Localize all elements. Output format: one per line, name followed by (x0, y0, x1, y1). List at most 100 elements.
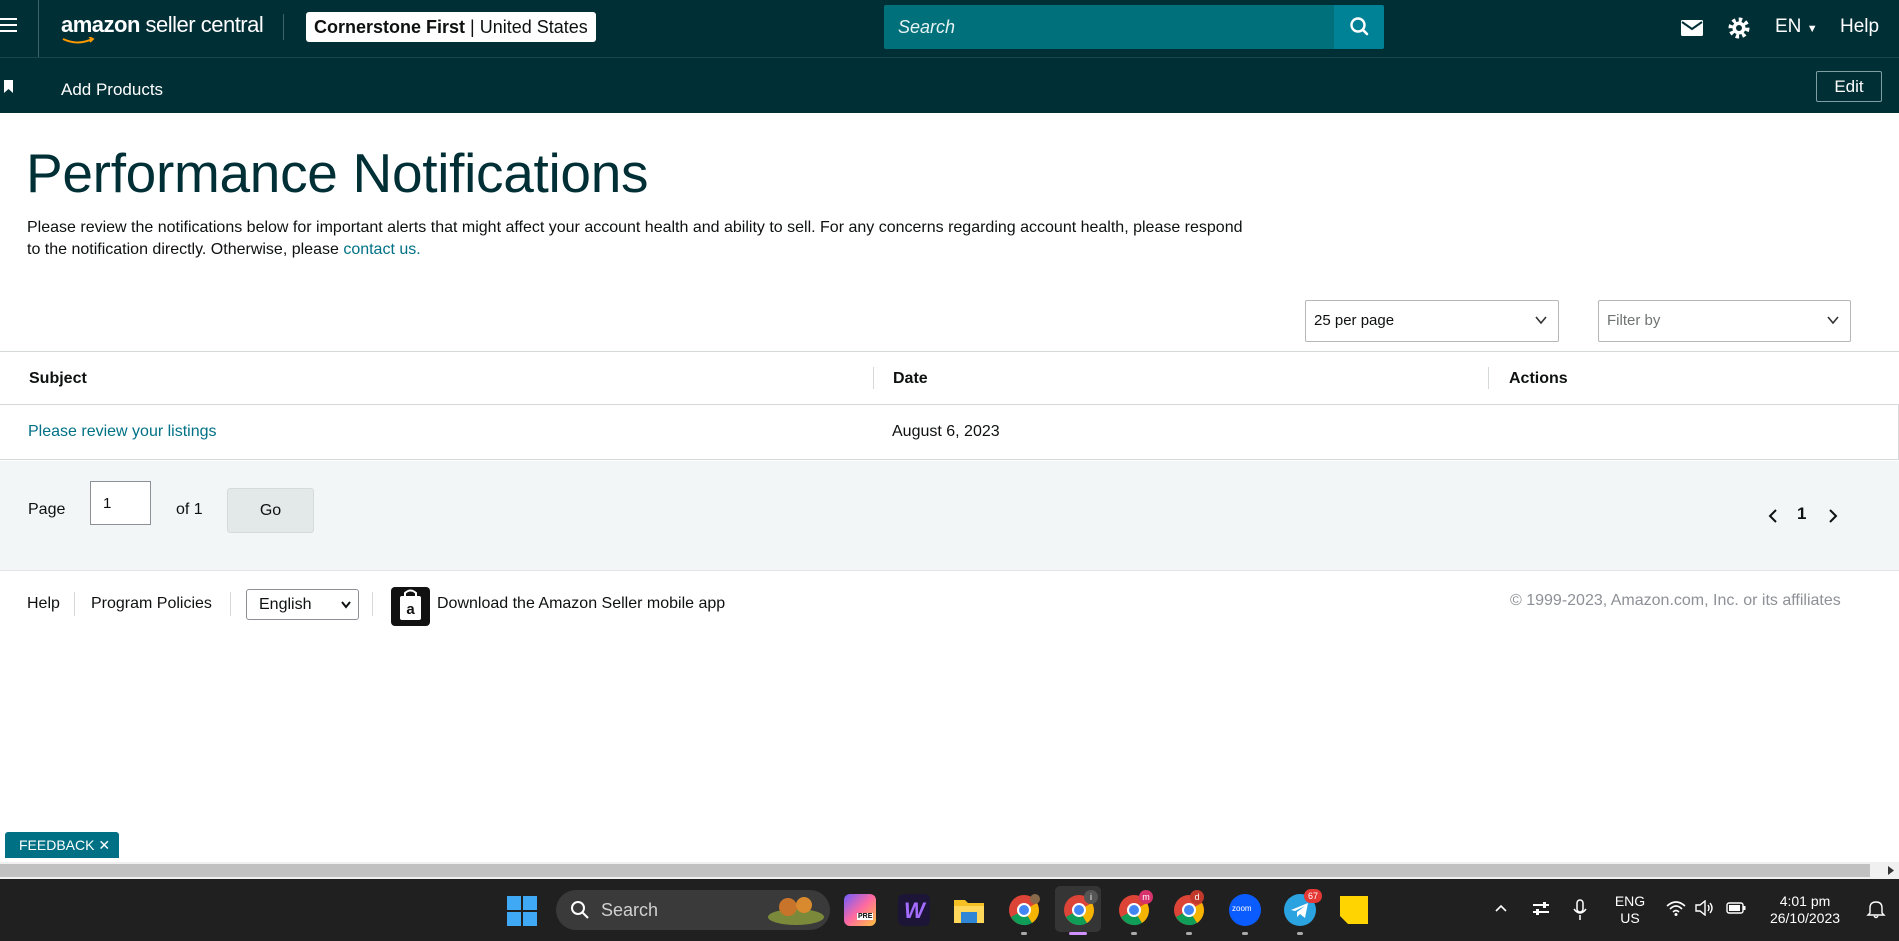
wifi-icon[interactable] (1666, 900, 1686, 916)
store-switcher[interactable]: Cornerstone First | United States (306, 12, 596, 42)
column-header-subject[interactable]: Subject (29, 370, 87, 388)
chevron-down-icon (1827, 316, 1839, 325)
active-indicator (1069, 932, 1087, 935)
search-icon (571, 901, 589, 919)
mail-icon[interactable] (1679, 15, 1705, 41)
header-divider (38, 0, 39, 57)
contact-us-link[interactable]: contact us. (343, 241, 420, 258)
bookmark-bar: Add Products Edit (0, 57, 1899, 113)
column-header-actions: Actions (1509, 370, 1568, 387)
input-language-line1: ENG (1614, 893, 1646, 909)
zoom-glyph: zoom (1232, 904, 1252, 913)
chrome-icon[interactable] (1008, 894, 1040, 926)
store-separator: | (465, 17, 480, 37)
seller-app-icon[interactable]: a (391, 587, 430, 626)
file-explorer-icon[interactable] (953, 896, 985, 924)
column-divider (873, 367, 874, 389)
w-app-icon[interactable]: W (898, 894, 930, 926)
per-page-value: 25 per page (1314, 312, 1395, 329)
filter-select[interactable]: Filter by (1598, 300, 1851, 342)
notification-bell-icon[interactable] (1866, 899, 1886, 919)
page-label: Page (28, 501, 66, 518)
current-page[interactable]: 1 (1797, 504, 1806, 524)
windows-start-icon[interactable] (507, 896, 537, 926)
chevron-right-icon[interactable] (1826, 508, 1840, 524)
store-name: Cornerstone First (314, 17, 466, 37)
amazon-bag-icon: a (400, 589, 421, 620)
running-indicator (1297, 932, 1303, 935)
column-divider (1488, 367, 1489, 389)
caret-down-icon: ▼ (1806, 23, 1818, 35)
language-code: EN (1775, 16, 1802, 37)
clock-time: 4:01 pm (1779, 893, 1831, 909)
filter-placeholder: Filter by (1607, 312, 1661, 329)
column-header-date[interactable]: Date (893, 370, 928, 388)
telegram-badge: 67 (1304, 889, 1322, 903)
clock-date: 26/10/2023 (1769, 910, 1841, 926)
running-indicator (1186, 932, 1192, 935)
sticky-notes-icon[interactable] (1339, 895, 1369, 925)
taskbar-search[interactable]: Search (556, 890, 830, 930)
search-button[interactable] (1334, 5, 1384, 49)
copilot-icon[interactable]: PRE (844, 894, 876, 926)
search-input[interactable]: Search (884, 5, 1334, 49)
scrollbar-thumb[interactable] (0, 864, 1870, 877)
store-region: United States (479, 17, 588, 37)
edit-bookmarks-button[interactable]: Edit (1816, 71, 1882, 102)
intro-text: Please review the notifications below fo… (27, 219, 1243, 258)
battery-icon[interactable] (1726, 902, 1746, 914)
input-language[interactable]: ENG US (1612, 893, 1648, 927)
scroll-right-icon[interactable] (1887, 866, 1895, 875)
footer-divider (372, 592, 373, 616)
table-header: Subject Date Actions (0, 351, 1899, 405)
top-header: amazon seller central Cornerstone First … (0, 0, 1899, 57)
running-indicator (1242, 932, 1248, 935)
language-switcher[interactable]: EN ▼ (1775, 16, 1818, 38)
go-button[interactable]: Go (227, 488, 314, 533)
notification-subject-link[interactable]: Please review your listings (28, 423, 217, 440)
page-intro: Please review the notifications below fo… (27, 217, 1257, 261)
zoom-icon[interactable]: zoom (1229, 894, 1261, 926)
svg-text:a: a (406, 601, 415, 618)
running-indicator (1021, 932, 1027, 935)
gear-icon[interactable] (1726, 15, 1752, 41)
clock[interactable]: 4:01 pm 26/10/2023 (1762, 893, 1848, 927)
footer-divider (74, 592, 75, 616)
chevron-left-icon[interactable] (1766, 508, 1780, 524)
logo-text: amazon (61, 12, 140, 37)
notification-date: August 6, 2023 (892, 423, 1000, 440)
input-language-line2: US (1620, 910, 1640, 926)
chevron-up-icon[interactable] (1494, 903, 1508, 913)
chevron-down-icon (1535, 316, 1547, 325)
help-link[interactable]: Help (1840, 16, 1879, 38)
page-number-input[interactable]: 1 (90, 481, 151, 525)
footer-language-select[interactable]: English (246, 589, 359, 620)
volume-icon[interactable] (1694, 900, 1714, 916)
table-row: Please review your listings August 6, 20… (0, 405, 1899, 460)
footer-help-link[interactable]: Help (27, 595, 60, 613)
page-title: Performance Notifications (26, 142, 649, 204)
feedback-button[interactable]: FEEDBACK ✕ (5, 832, 119, 858)
program-policies-link[interactable]: Program Policies (91, 595, 212, 613)
horizontal-scrollbar[interactable] (0, 862, 1899, 879)
chrome-profile-badge-m: m (1139, 890, 1153, 904)
taskbar-settings-icon[interactable] (1531, 901, 1551, 917)
amazon-smile-icon (62, 37, 95, 44)
per-page-select[interactable]: 25 per page (1305, 300, 1559, 342)
search-highlight-icon (768, 897, 824, 925)
chevron-down-icon (341, 601, 351, 609)
taskbar-search-label: Search (601, 900, 659, 920)
footer-divider (230, 592, 231, 616)
header-divider (283, 14, 284, 40)
download-app-link[interactable]: Download the Amazon Seller mobile app (437, 595, 725, 613)
page-total-label: of 1 (176, 501, 203, 518)
logo-subtext: seller central (139, 12, 264, 37)
menu-icon[interactable] (0, 18, 18, 36)
copyright: © 1999-2023, Amazon.com, Inc. or its aff… (1510, 592, 1841, 609)
bookmark-icon[interactable] (3, 80, 14, 93)
chrome-profile-badge-i: i (1084, 890, 1098, 904)
bookmark-add-products[interactable]: Add Products (61, 80, 163, 100)
language-selected: English (259, 596, 312, 613)
microphone-icon[interactable] (1573, 899, 1587, 921)
amazon-seller-central-logo[interactable]: amazon seller central (61, 12, 264, 38)
